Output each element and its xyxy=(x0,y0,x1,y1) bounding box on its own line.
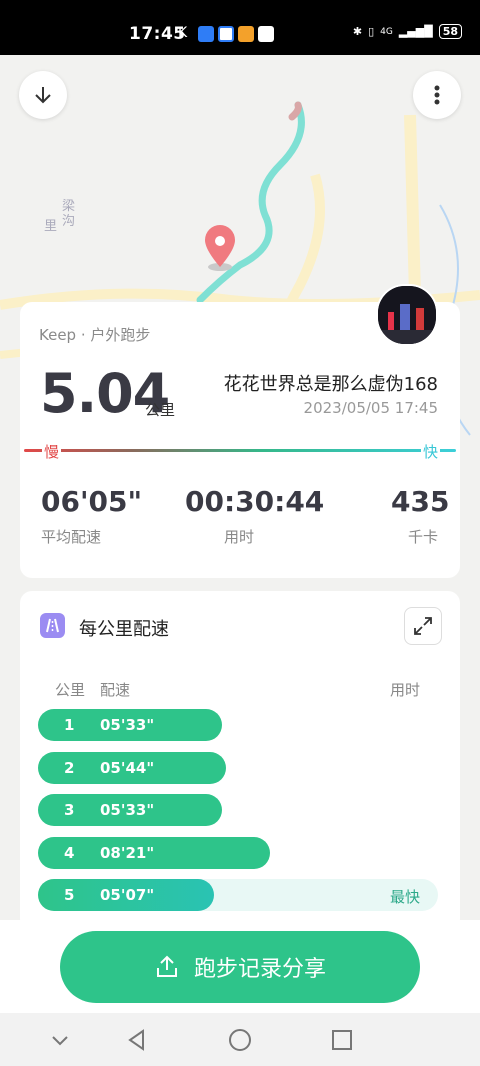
network-label: 4G xyxy=(380,26,393,37)
split-row: 5 05'07" 最快 xyxy=(38,879,438,911)
status-right: ✱ ▯ 4G ▂▄▆█ 58 xyxy=(353,24,462,39)
km-splits-card: 每公里配速 公里 配速 用时 1 05'33" 2 05'44" 3 05'33" 4 08'… xyxy=(20,591,460,931)
fastest-badge: 最快 xyxy=(389,888,420,906)
split-pace: 08'21" xyxy=(100,843,155,862)
bluetooth-icon: ✱ xyxy=(352,25,363,38)
expand-icon xyxy=(414,617,432,635)
more-vertical-icon xyxy=(434,85,440,105)
nav-collapse-button[interactable] xyxy=(47,1027,73,1053)
recents-square-icon xyxy=(332,1030,352,1050)
arrow-down-icon xyxy=(35,87,51,104)
split-row: 2 05'44" xyxy=(38,751,438,784)
split-pace: 05'44" xyxy=(100,758,155,777)
avatar[interactable] xyxy=(376,284,438,346)
duration-value: 00:30:44 xyxy=(185,485,325,518)
nav-home-button[interactable] xyxy=(227,1027,253,1053)
col-header-km: 公里 xyxy=(55,681,86,699)
username: 花花世界总是那么虚伪168 xyxy=(223,374,438,395)
run-source: Keep · 户外跑步 xyxy=(39,326,151,344)
split-row: 4 08'21" xyxy=(38,836,438,869)
home-circle-icon xyxy=(229,1029,251,1051)
avg-pace-label: 平均配速 xyxy=(41,528,102,546)
split-pace: 05'33" xyxy=(100,716,155,734)
calories-label: 千卡 xyxy=(408,528,439,546)
calories-value: 435 xyxy=(391,485,450,518)
split-km: 2 xyxy=(64,758,75,777)
signal-icon: ▂▄▆█ xyxy=(398,25,433,38)
blue-app-icon xyxy=(218,26,234,42)
col-header-pace: 配速 xyxy=(100,681,131,699)
run-datetime: 2023/05/05 17:45 xyxy=(303,399,438,417)
map-label: 沟 xyxy=(62,214,76,229)
share-record-button[interactable]: 跑步记录分享 xyxy=(60,931,420,1003)
status-bar: 17:45 K ✱ ▯ 4G ▂▄▆█ 58 xyxy=(0,0,480,55)
battery-icon: 58 xyxy=(438,24,462,39)
orange-app-icon xyxy=(238,26,254,42)
avatar-image xyxy=(378,286,436,344)
share-icon xyxy=(156,955,177,977)
nav-recents-button[interactable] xyxy=(329,1027,355,1053)
split-pace: 05'33" xyxy=(100,801,155,819)
expand-button[interactable] xyxy=(404,607,442,645)
split-km: 1 xyxy=(64,716,75,734)
download-button[interactable] xyxy=(19,71,67,119)
cloud-app-icon xyxy=(198,26,214,42)
split-km: 5 xyxy=(64,886,75,904)
split-km: 3 xyxy=(64,801,75,819)
duration-label: 用时 xyxy=(224,528,255,546)
vibrate-icon: ▯ xyxy=(368,25,375,38)
split-km: 4 xyxy=(64,843,75,862)
share-button-label: 跑步记录分享 xyxy=(193,957,326,982)
system-nav-bar xyxy=(0,1013,480,1066)
back-triangle-icon xyxy=(128,1029,144,1051)
bottom-bar: 跑步记录分享 xyxy=(0,920,480,1013)
distance-unit: 公里 xyxy=(145,401,176,419)
col-header-time: 用时 xyxy=(390,681,421,699)
avg-pace-value: 06'05" xyxy=(41,485,143,518)
split-pace: 05'07" xyxy=(100,886,155,904)
split-row: 1 05'33" xyxy=(38,709,438,741)
chevron-down-icon xyxy=(52,1036,68,1046)
slow-label: 慢 xyxy=(42,441,62,462)
more-button[interactable] xyxy=(413,71,461,119)
carrier-glyph: K xyxy=(178,25,188,41)
pace-gradient-bar xyxy=(24,449,456,452)
splits-title: 每公里配速 xyxy=(79,619,169,640)
road-icon xyxy=(40,613,65,638)
map-label: 里 xyxy=(44,219,58,234)
split-row: 3 05'33" xyxy=(38,794,438,826)
nav-back-button[interactable] xyxy=(124,1027,150,1053)
fast-label: 快 xyxy=(421,441,441,462)
qq-icon xyxy=(258,26,274,42)
